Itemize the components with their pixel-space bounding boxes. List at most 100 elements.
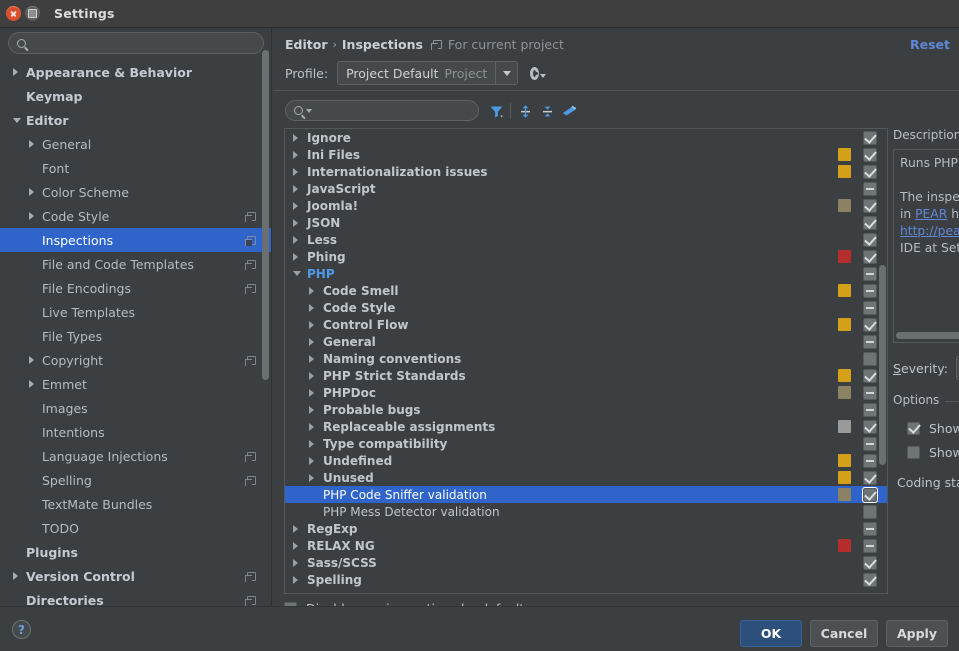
sidebar-item-inspections[interactable]: Inspections	[0, 228, 272, 252]
description-link[interactable]: PEAR	[915, 207, 947, 221]
profile-dropdown-arrow[interactable]	[495, 62, 517, 84]
chevron-right-icon[interactable]	[29, 188, 34, 196]
sidebar-item-images[interactable]: Images	[0, 396, 272, 420]
tree-row-checkbox[interactable]	[863, 165, 877, 179]
tree-row[interactable]: Phing	[285, 248, 887, 265]
chevron-down-icon[interactable]	[293, 271, 301, 276]
tree-row[interactable]: Naming conventions	[285, 350, 887, 367]
tree-row[interactable]: Unused	[285, 469, 887, 486]
sidebar-item-spelling[interactable]: Spelling	[0, 468, 272, 492]
breadcrumb-root[interactable]: Editor	[285, 37, 328, 52]
tree-row-checkbox[interactable]	[863, 403, 877, 417]
tree-row[interactable]: JavaScript	[285, 180, 887, 197]
tree-row[interactable]: RegExp	[285, 520, 887, 537]
tree-row[interactable]: Replaceable assignments	[285, 418, 887, 435]
description-hscrollbar[interactable]	[896, 332, 959, 339]
tree-row-checkbox[interactable]	[863, 369, 877, 383]
tree-row[interactable]: PHP Mess Detector validation	[285, 503, 887, 520]
tree-row[interactable]: PHPDoc	[285, 384, 887, 401]
tree-row[interactable]: Internationalization issues	[285, 163, 887, 180]
tree-row[interactable]: PHP Strict Standards	[285, 367, 887, 384]
tree-row-checkbox[interactable]	[863, 250, 877, 264]
inspection-search[interactable]	[285, 100, 479, 121]
sidebar-item-language-injections[interactable]: Language Injections	[0, 444, 272, 468]
tree-row-checkbox[interactable]	[863, 318, 877, 332]
tree-row-checkbox[interactable]	[863, 216, 877, 230]
sidebar-item-general[interactable]: General	[0, 132, 272, 156]
sidebar-item-file-and-code-templates[interactable]: File and Code Templates	[0, 252, 272, 276]
sidebar-item-textmate-bundles[interactable]: TextMate Bundles	[0, 492, 272, 516]
chevron-right-icon[interactable]	[293, 253, 298, 261]
chevron-right-icon[interactable]	[13, 572, 18, 580]
tree-row[interactable]: Spelling	[285, 571, 887, 588]
close-icon[interactable]	[6, 6, 21, 21]
tree-row-checkbox[interactable]	[863, 573, 877, 587]
chevron-right-icon[interactable]	[309, 423, 314, 431]
tree-row-checkbox[interactable]	[863, 182, 877, 196]
tree-row-checkbox[interactable]	[863, 386, 877, 400]
sidebar-item-todo[interactable]: TODO	[0, 516, 272, 540]
tree-row-checkbox[interactable]	[863, 284, 877, 298]
chevron-right-icon[interactable]	[309, 457, 314, 465]
sidebar-item-keymap[interactable]: Keymap	[0, 84, 272, 108]
reset-inspections-icon[interactable]	[558, 100, 580, 122]
tree-row-checkbox[interactable]	[863, 233, 877, 247]
tree-row-checkbox[interactable]	[863, 471, 877, 485]
tree-row[interactable]: Code Smell	[285, 282, 887, 299]
tree-row-checkbox[interactable]	[863, 437, 877, 451]
chevron-right-icon[interactable]	[293, 151, 298, 159]
tree-row-checkbox[interactable]	[863, 522, 877, 536]
maximize-icon[interactable]	[25, 6, 40, 21]
sidebar-item-color-scheme[interactable]: Color Scheme	[0, 180, 272, 204]
sidebar-item-intentions[interactable]: Intentions	[0, 420, 272, 444]
show-warnings-checkbox[interactable]	[907, 422, 920, 435]
cancel-button[interactable]: Cancel	[810, 620, 878, 647]
sidebar-item-code-style[interactable]: Code Style	[0, 204, 272, 228]
sidebar-item-live-templates[interactable]: Live Templates	[0, 300, 272, 324]
tree-row[interactable]: PHP	[285, 265, 887, 282]
sidebar-item-appearance-behavior[interactable]: Appearance & Behavior	[0, 60, 272, 84]
filter-icon[interactable]	[485, 100, 507, 122]
sidebar-item-emmet[interactable]: Emmet	[0, 372, 272, 396]
collapse-all-icon[interactable]	[536, 100, 558, 122]
tree-row-checkbox[interactable]	[863, 301, 877, 315]
chevron-down-icon[interactable]	[13, 118, 21, 123]
chevron-down-icon[interactable]	[306, 109, 312, 113]
chevron-right-icon[interactable]	[293, 185, 298, 193]
chevron-right-icon[interactable]	[293, 525, 298, 533]
tree-row[interactable]: Type compatibility	[285, 435, 887, 452]
tree-scrollbar[interactable]	[879, 265, 886, 465]
sidebar-item-plugins[interactable]: Plugins	[0, 540, 272, 564]
profile-combobox[interactable]: Project Default Project	[337, 61, 518, 85]
tree-row-checkbox[interactable]	[863, 420, 877, 434]
description-link[interactable]: http://pear.php.net/package/PHP_CodeSnif…	[900, 224, 959, 238]
tree-row[interactable]: Control Flow	[285, 316, 887, 333]
sidebar-search-input[interactable]	[32, 35, 252, 51]
tree-row[interactable]: Ini Files	[285, 146, 887, 163]
chevron-right-icon[interactable]	[29, 380, 34, 388]
chevron-right-icon[interactable]	[309, 372, 314, 380]
chevron-right-icon[interactable]	[309, 440, 314, 448]
tree-row[interactable]: RELAX NG	[285, 537, 887, 554]
tree-row[interactable]: Code Style	[285, 299, 887, 316]
help-button[interactable]: ?	[12, 620, 31, 639]
chevron-right-icon[interactable]	[293, 542, 298, 550]
expand-all-icon[interactable]	[514, 100, 536, 122]
tree-row[interactable]: JSON	[285, 214, 887, 231]
chevron-right-icon[interactable]	[309, 338, 314, 346]
sidebar-search[interactable]	[8, 32, 264, 54]
tree-row-checkbox[interactable]	[863, 556, 877, 570]
chevron-right-icon[interactable]	[293, 236, 298, 244]
tree-row[interactable]: Probable bugs	[285, 401, 887, 418]
tree-row-checkbox[interactable]	[863, 199, 877, 213]
chevron-right-icon[interactable]	[309, 321, 314, 329]
chevron-right-icon[interactable]	[309, 406, 314, 414]
tree-row-checkbox[interactable]	[863, 454, 877, 468]
sidebar-item-directories[interactable]: Directories	[0, 588, 272, 606]
tree-row[interactable]: Sass/SCSS	[285, 554, 887, 571]
chevron-right-icon[interactable]	[309, 474, 314, 482]
tree-row[interactable]: PHP Code Sniffer validation	[285, 486, 887, 503]
tree-row-checkbox[interactable]	[863, 505, 877, 519]
sidebar-item-version-control[interactable]: Version Control	[0, 564, 272, 588]
chevron-right-icon[interactable]	[13, 68, 18, 76]
